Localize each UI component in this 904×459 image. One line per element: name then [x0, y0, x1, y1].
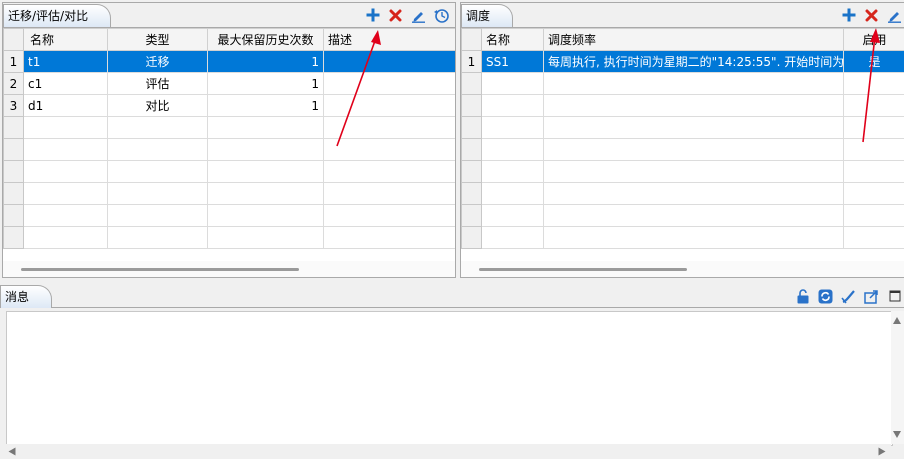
annotation-arrows — [336, 28, 880, 147]
annotation-arrow-right — [862, 28, 880, 143]
annotation-arrow-left — [336, 30, 381, 147]
